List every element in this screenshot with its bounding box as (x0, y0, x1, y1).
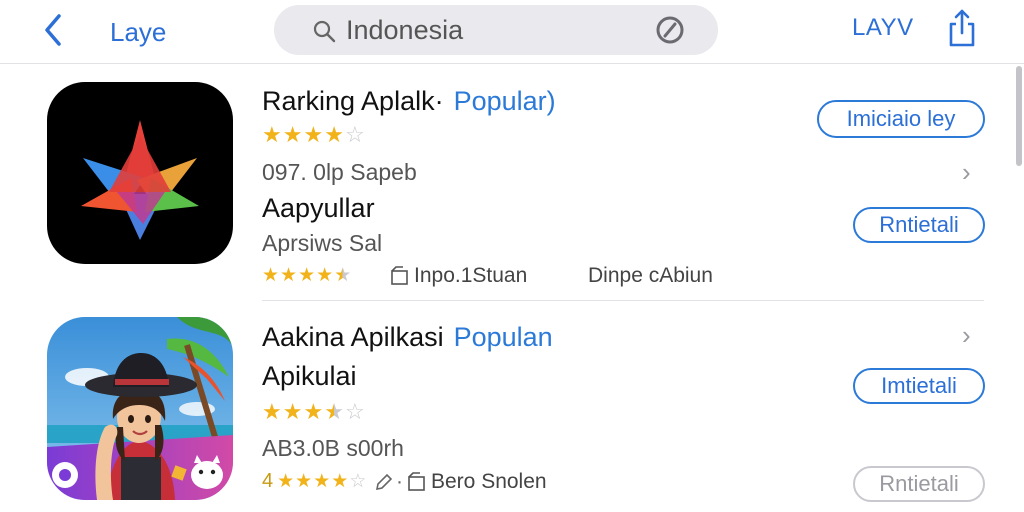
rating-prefix: 4 (262, 470, 274, 492)
star-half-icon: ★ (334, 265, 352, 286)
primary-action-button[interactable]: Imiciaio ley (817, 100, 985, 138)
star-full-icon: ★ (295, 470, 313, 492)
scrollbar[interactable] (1016, 66, 1022, 166)
app-subname: Aprsiws Sal (262, 230, 383, 256)
star-full-icon: ★ (298, 265, 316, 286)
star-full-icon: ★ (313, 470, 331, 492)
app-tag: Popular) (453, 86, 556, 116)
star-logo-icon (81, 120, 199, 240)
app-info: 097. 0lp Sapeb (262, 159, 417, 185)
star-rating: ★ ★ ★ ★ ☆ (262, 401, 365, 423)
star-rating-secondary: ★ ★ ★ ★ ★ (262, 265, 351, 287)
chevron-right-icon[interactable]: › (962, 157, 971, 188)
secondary-action-button[interactable]: Rntietali (853, 466, 985, 502)
app-icon-star-logo[interactable] (47, 82, 233, 264)
meta-box-info: · Bero Snolen (396, 470, 547, 494)
star-full-icon: ★ (303, 122, 324, 147)
game-character-icon (47, 317, 233, 500)
star-empty-icon: ☆ (349, 470, 367, 492)
star-full-icon: ★ (282, 122, 303, 147)
secondary-action-button[interactable]: Rntietali (853, 207, 985, 243)
app-row-1: Rarking Aplalk· Popular) ★ ★ ★ ★ ☆ 097. 0lp S… (0, 0, 1024, 300)
meta-text: Inpo.1Stuan (414, 264, 528, 287)
star-full-icon: ★ (316, 265, 334, 286)
meta-dot: · (396, 470, 403, 493)
app-title-text: Rarking Aplalk· (262, 86, 444, 116)
rating-row: 4 ★ ★ ★ ★ ☆ (262, 470, 394, 493)
edit-icon (376, 473, 393, 490)
app-title: Rarking Aplalk· Popular) (262, 86, 556, 117)
meta-box-info: Inpo.1Stuan (390, 264, 527, 288)
star-full-icon: ★ (262, 399, 282, 424)
app-info: AB3.0B s00rh (262, 435, 404, 461)
app-row-2: Aakina Apilkasi Populan Apikulai ★ ★ ★ ★ ☆ AB… (0, 300, 1024, 512)
box-icon (408, 472, 425, 491)
star-full-icon: ★ (280, 265, 298, 286)
app-title: Aakina Apilkasi Populan (262, 322, 553, 353)
meta-secondary: Dinpe cAbiun (588, 264, 713, 287)
meta-text: Bero Snolen (431, 470, 547, 493)
star-rating-secondary: ★ ★ ★ ★ ☆ (277, 471, 366, 493)
star-empty-icon: ☆ (344, 122, 365, 147)
app-title-text: Aakina Apilkasi (262, 322, 444, 352)
app-name: Aapyullar (262, 193, 375, 223)
star-full-icon: ★ (262, 265, 280, 286)
app-tag: Populan (453, 322, 553, 352)
star-rating: ★ ★ ★ ★ ☆ (262, 124, 365, 146)
primary-action-button[interactable]: Imtietali (853, 368, 985, 404)
star-full-icon: ★ (277, 470, 295, 492)
star-full-icon: ★ (331, 470, 349, 492)
chevron-right-icon[interactable]: › (962, 320, 971, 351)
star-full-icon: ★ (324, 122, 344, 147)
app-icon-game-character[interactable] (47, 317, 233, 500)
app-name: Apikulai (262, 361, 357, 391)
star-full-icon: ★ (262, 122, 282, 147)
star-full-icon: ★ (282, 399, 303, 424)
star-empty-icon: ☆ (344, 399, 365, 424)
star-full-icon: ★ (303, 399, 324, 424)
box-icon (391, 266, 408, 285)
star-half-icon: ★ (324, 399, 344, 424)
